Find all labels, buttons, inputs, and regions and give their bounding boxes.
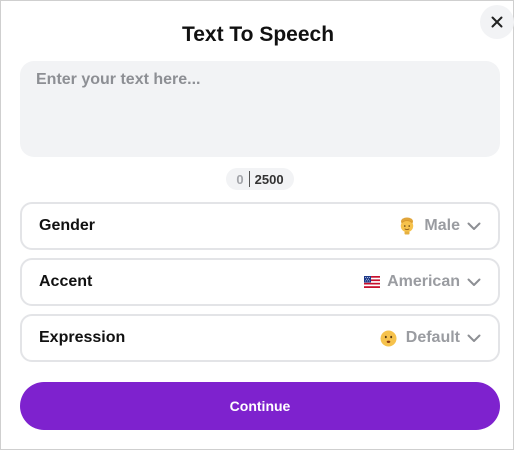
continue-button[interactable]: Continue [20,382,500,430]
chevron-down-icon [467,278,481,286]
man-emoji-icon [401,217,414,235]
text-to-speech-dialog: Text To Speech 0 2500 Gender Male [0,0,514,450]
close-button[interactable] [480,5,514,39]
chevron-down-icon [467,334,481,342]
accent-value: American [387,273,460,290]
chevron-down-icon [467,222,481,230]
accent-select[interactable]: Accent American [20,258,500,306]
accent-label: Accent [39,273,93,290]
character-counter: 0 2500 [226,168,294,190]
expression-label: Expression [39,329,126,346]
text-input[interactable] [20,61,500,157]
gender-value-wrap: Male [399,217,481,235]
gender-select[interactable]: Gender Male [20,202,500,250]
expression-value: Default [405,329,460,346]
character-count: 0 [236,171,244,187]
expression-select[interactable]: Expression Default [20,314,500,362]
expression-value-wrap: Default [380,329,481,347]
neutral-face-icon [380,330,397,346]
accent-value-wrap: American [364,273,481,291]
close-icon [491,16,503,28]
gender-value: Male [424,217,460,234]
us-flag-icon [364,276,381,288]
dialog-title: Text To Speech [181,23,335,46]
gender-label: Gender [39,217,96,234]
character-limit: 2500 [254,171,284,187]
